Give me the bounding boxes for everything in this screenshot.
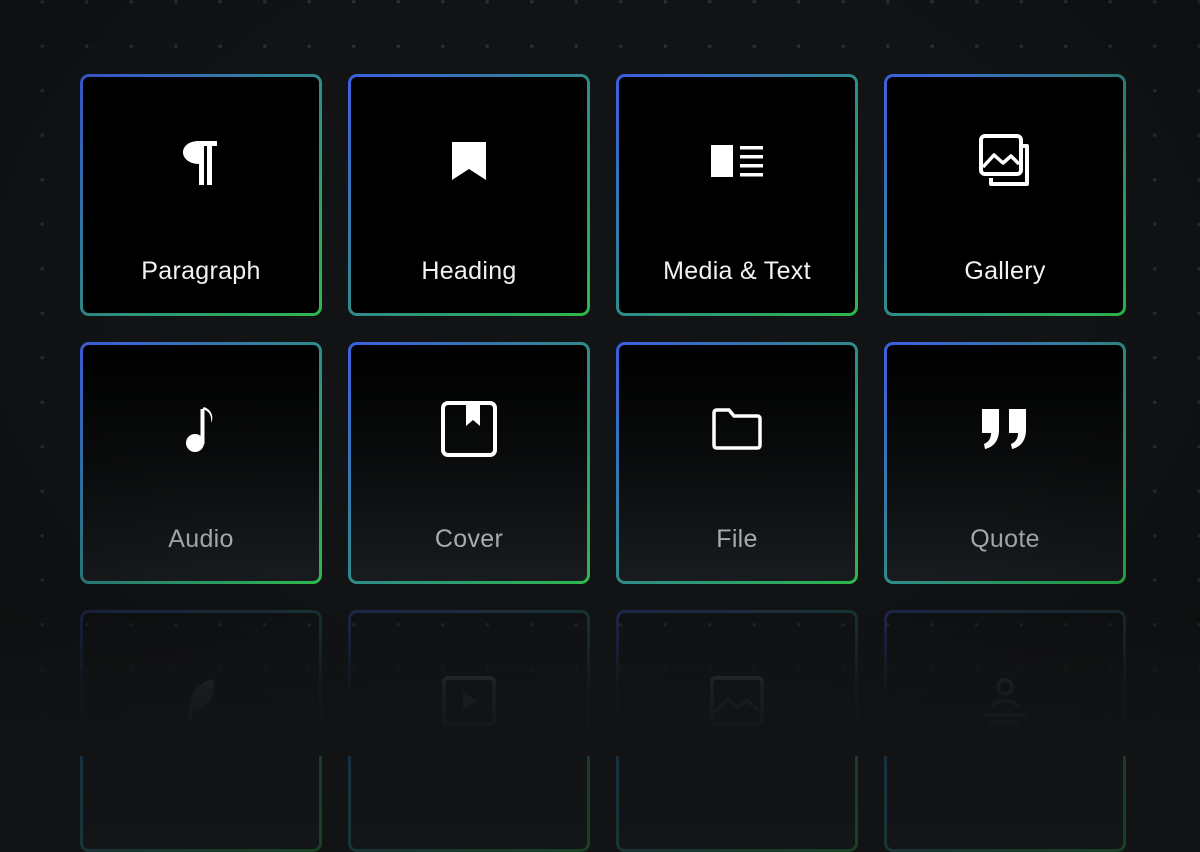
block-tile-gallery[interactable]: Gallery [884, 74, 1126, 316]
gallery-icon [975, 131, 1035, 191]
block-inserter-grid: Paragraph Heading Media & Text Gallery A… [80, 74, 1126, 852]
folder-icon [707, 399, 767, 459]
block-tile-paragraph[interactable]: Paragraph [80, 74, 322, 316]
block-tile-cover[interactable]: Cover [348, 342, 590, 584]
block-tile-image[interactable] [616, 610, 858, 852]
feather-icon [171, 671, 231, 731]
block-tile-verse[interactable] [80, 610, 322, 852]
block-label: Quote [970, 525, 1040, 553]
bookmark-icon [439, 131, 499, 191]
person-icon [975, 671, 1035, 731]
music-note-icon [171, 399, 231, 459]
block-label: Cover [434, 525, 504, 553]
block-tile-file[interactable]: File [616, 342, 858, 584]
quote-icon [975, 399, 1035, 459]
block-tile-video[interactable] [348, 610, 590, 852]
block-label: File [716, 525, 758, 553]
image-icon [707, 671, 767, 731]
block-tile-media-text[interactable]: Media & Text [616, 74, 858, 316]
media-text-icon [707, 131, 767, 191]
video-icon [439, 671, 499, 731]
paragraph-icon [171, 131, 231, 191]
block-label: Paragraph [141, 257, 261, 285]
block-label: Audio [168, 525, 234, 553]
block-tile-audio[interactable]: Audio [80, 342, 322, 584]
block-label: Media & Text [663, 257, 811, 285]
block-tile-author[interactable] [884, 610, 1126, 852]
block-tile-quote[interactable]: Quote [884, 342, 1126, 584]
block-label: Gallery [964, 257, 1046, 285]
block-label: Heading [421, 257, 517, 285]
block-tile-heading[interactable]: Heading [348, 74, 590, 316]
cover-icon [439, 399, 499, 459]
